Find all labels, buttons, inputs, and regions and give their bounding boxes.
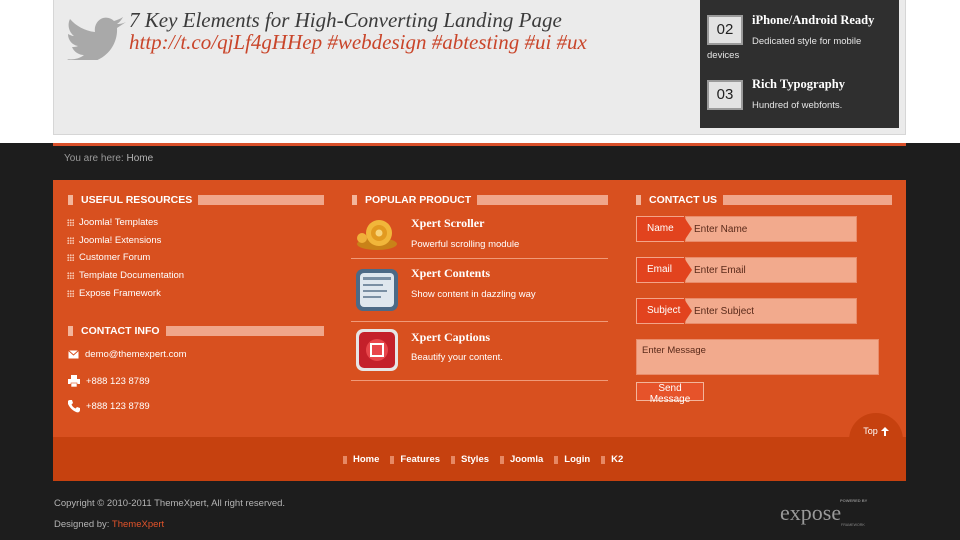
top-label: Top xyxy=(863,426,878,436)
divider xyxy=(351,258,608,259)
nav-separator xyxy=(390,455,395,464)
features-box: 02 iPhone/Android Ready Dedicated style … xyxy=(700,0,899,128)
product-desc: Show content in dazzling way xyxy=(411,289,536,300)
message-field[interactable] xyxy=(636,339,879,375)
bullet-icon xyxy=(67,272,74,279)
nav-styles[interactable]: Styles xyxy=(461,454,489,465)
phone-icon xyxy=(68,400,80,413)
subject-field[interactable] xyxy=(685,298,857,324)
copyright: Copyright © 2010-2011 ThemeXpert, All ri… xyxy=(54,498,286,509)
nav-separator xyxy=(601,455,606,464)
subject-label: Subject xyxy=(636,298,692,324)
designed-prefix: Designed by: xyxy=(54,519,110,530)
section-heading: CONTACT US xyxy=(636,194,892,206)
logo-top-text: POWERED BY xyxy=(840,498,868,503)
nav-separator xyxy=(451,455,456,464)
nav-separator xyxy=(554,455,559,464)
feature-title: iPhone/Android Ready xyxy=(752,13,875,27)
fax-icon xyxy=(68,375,80,387)
nav-joomla[interactable]: Joomla xyxy=(510,454,543,465)
section-heading: POPULAR PRODUCT xyxy=(352,194,608,206)
feature-number: 02 xyxy=(707,15,743,45)
arrow-up-icon xyxy=(880,426,889,436)
nav-features[interactable]: Features xyxy=(400,454,440,465)
twitter-bird-icon xyxy=(67,17,126,60)
heading-rule xyxy=(165,326,324,336)
mail-icon xyxy=(68,350,79,359)
expose-logo[interactable]: POWERED BY expose FRAMEWORK xyxy=(780,496,870,528)
feature-title: Rich Typography xyxy=(752,77,845,91)
contents-icon xyxy=(356,269,398,311)
resource-label: Joomla! Templates xyxy=(79,217,159,228)
breadcrumb-home-link[interactable]: Home xyxy=(126,153,153,164)
contact-phone-text: +888 123 8789 xyxy=(86,401,150,412)
resource-label: Joomla! Extensions xyxy=(79,235,162,246)
contact-fax: +888 123 8789 xyxy=(68,375,150,387)
nav-login[interactable]: Login xyxy=(564,454,590,465)
nav-separator xyxy=(500,455,505,464)
contact-fax-text: +888 123 8789 xyxy=(86,375,150,387)
heading-marker xyxy=(352,195,357,205)
logo-text: expose xyxy=(780,500,841,525)
resource-label: Expose Framework xyxy=(79,288,161,299)
feature-desc: Dedicated style for mobile xyxy=(752,36,862,47)
heading-rule xyxy=(477,195,608,205)
resource-label: Template Documentation xyxy=(79,270,185,281)
nav-k2[interactable]: K2 xyxy=(611,454,623,465)
heading-marker xyxy=(68,195,73,205)
contact-us-heading: CONTACT US xyxy=(649,194,718,206)
email-field[interactable] xyxy=(685,257,857,283)
name-label: Name xyxy=(636,216,692,242)
resource-label: Customer Forum xyxy=(79,252,151,263)
popular-product-heading: POPULAR PRODUCT xyxy=(365,194,472,206)
contact-info-heading: CONTACT INFO xyxy=(81,325,160,337)
useful-resources-heading: USEFUL RESOURCES xyxy=(81,194,193,206)
product-name[interactable]: Xpert Scroller xyxy=(411,216,484,231)
feature-desc: Hundred of webfonts. xyxy=(752,100,843,111)
nav-home[interactable]: Home xyxy=(353,454,379,465)
email-label: Email xyxy=(636,257,692,283)
feature-desc: devices xyxy=(707,50,740,61)
name-field[interactable] xyxy=(685,216,857,242)
bullet-icon xyxy=(67,290,74,297)
designed-by: Designed by: ThemeXpert xyxy=(54,519,164,530)
send-message-button[interactable]: Send Message xyxy=(636,382,704,405)
heading-marker xyxy=(636,195,641,205)
product-desc: Beautify your content. xyxy=(411,352,503,363)
tweet-link[interactable]: http://t.co/qjLf4gHHep #webdesign #abtes… xyxy=(129,30,587,55)
section-heading: CONTACT INFO xyxy=(68,325,324,337)
divider xyxy=(53,143,906,146)
resource-link[interactable]: Joomla! Extensions xyxy=(67,235,161,246)
designer-link[interactable]: ThemeXpert xyxy=(112,519,164,530)
resource-link[interactable]: Expose Framework xyxy=(67,288,161,299)
resource-link[interactable]: Template Documentation xyxy=(67,270,184,281)
bullet-icon xyxy=(67,219,74,226)
captions-icon xyxy=(356,329,398,371)
contact-email-text: demo@themexpert.com xyxy=(85,349,187,360)
breadcrumb-prefix: You are here: xyxy=(64,153,124,164)
resource-link[interactable]: Joomla! Templates xyxy=(67,217,158,228)
contact-email: demo@themexpert.com xyxy=(68,349,187,360)
bullet-icon xyxy=(67,254,74,261)
footer-nav: Home Features Styles Joomla Login K2 xyxy=(343,454,634,465)
section-heading: USEFUL RESOURCES xyxy=(68,194,324,206)
breadcrumb: You are here: Home xyxy=(64,153,153,164)
heading-rule xyxy=(723,195,892,205)
product-name[interactable]: Xpert Contents xyxy=(411,266,490,281)
feature-number: 03 xyxy=(707,80,743,110)
product-name[interactable]: Xpert Captions xyxy=(411,330,490,345)
contact-phone: +888 123 8789 xyxy=(68,400,150,413)
nav-separator xyxy=(343,455,347,464)
divider xyxy=(351,380,608,381)
bullet-icon xyxy=(67,237,74,244)
resource-link[interactable]: Customer Forum xyxy=(67,252,150,263)
product-desc: Powerful scrolling module xyxy=(411,239,520,250)
divider xyxy=(351,321,608,322)
snail-icon xyxy=(357,220,397,250)
logo-bottom-text: FRAMEWORK xyxy=(841,523,865,527)
heading-rule xyxy=(198,195,324,205)
heading-marker xyxy=(68,326,73,336)
